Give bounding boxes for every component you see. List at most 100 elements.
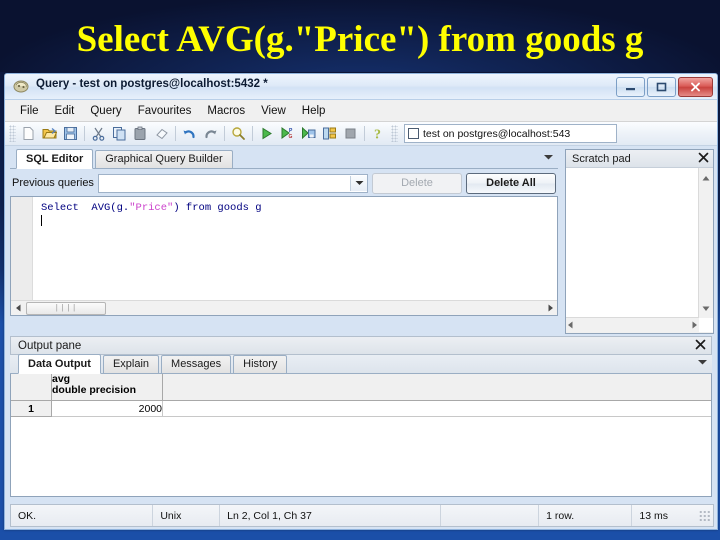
chevron-down-icon[interactable]	[697, 353, 708, 371]
connection-label: test on postgres@localhost:543	[423, 127, 571, 140]
toolbar-separator	[175, 126, 176, 141]
scroll-right-icon[interactable]	[543, 302, 557, 315]
maximize-button[interactable]	[647, 77, 676, 97]
text-caret	[41, 215, 42, 226]
table-header-row: avg double precision	[11, 374, 711, 401]
scroll-left-icon[interactable]	[11, 302, 25, 315]
status-message: OK.	[11, 505, 154, 526]
statusbar: OK. Unix Ln 2, Col 1, Ch 37 1 row. 13 ms	[10, 504, 714, 527]
grid-row-filler	[162, 400, 711, 417]
slide-title: Select AVG(g."Price") from goods g	[76, 19, 644, 60]
previous-queries-label: Previous queries	[12, 177, 94, 189]
tab-graphical-query-builder[interactable]: Graphical Query Builder	[95, 150, 233, 168]
menu-item-macros[interactable]: Macros	[199, 103, 253, 119]
save-file-icon[interactable]	[60, 124, 81, 144]
editor-hscroll-thumb[interactable]: ||||	[26, 301, 106, 315]
window-controls	[616, 77, 713, 97]
cut-icon[interactable]	[88, 124, 109, 144]
output-pane-header: Output pane	[10, 336, 712, 355]
execute-query-icon[interactable]	[256, 124, 277, 144]
tab-history[interactable]: History	[233, 355, 288, 373]
scroll-thumb-grip: ||||	[54, 303, 78, 313]
clear-icon[interactable]	[151, 124, 172, 144]
status-rowcount: 1 row.	[539, 505, 633, 526]
window-title: Query - test on postgres@localhost:5432 …	[36, 78, 268, 90]
open-file-icon[interactable]	[39, 124, 60, 144]
chevron-down-icon[interactable]	[543, 148, 554, 166]
help-icon[interactable]: ?	[368, 124, 389, 144]
column-type: double precision	[52, 384, 137, 396]
menu-item-help[interactable]: Help	[294, 103, 334, 119]
column-header-avg[interactable]: avg double precision	[51, 374, 163, 401]
grid-header-filler	[162, 374, 711, 401]
row-number[interactable]: 1	[11, 400, 52, 417]
close-icon[interactable]	[698, 150, 709, 168]
tab-sql-editor[interactable]: SQL Editor	[16, 149, 94, 169]
sql-editor-panel: SQL Editor Graphical Query Builder Previ…	[10, 149, 558, 332]
scratch-pad-hscrollbar[interactable]	[566, 317, 699, 332]
scratch-pad-textarea[interactable]	[566, 168, 713, 332]
connection-checkbox[interactable]	[408, 128, 419, 139]
postgres-query-icon	[13, 78, 30, 95]
sql-code-quoted: "Price"	[129, 202, 174, 214]
editor-hscrollbar[interactable]: ||||	[11, 300, 557, 315]
status-spacer	[441, 505, 540, 526]
close-button[interactable]	[678, 77, 713, 97]
toolbar-separator	[224, 126, 225, 141]
close-icon[interactable]	[695, 337, 706, 355]
previous-queries-row: Previous queries Delete Delete All	[10, 169, 558, 194]
menu-item-file[interactable]: File	[12, 103, 47, 119]
menubar: File Edit Query Favourites Macros View H…	[5, 100, 717, 122]
toolbar-grip-2[interactable]	[391, 125, 398, 142]
scroll-left-icon[interactable]	[567, 316, 574, 334]
window-body: SQL Editor Graphical Query Builder Previ…	[5, 146, 717, 529]
tab-data-output[interactable]: Data Output	[18, 354, 101, 374]
scroll-right-icon[interactable]	[691, 316, 698, 334]
undo-icon[interactable]	[179, 124, 200, 144]
find-icon[interactable]	[228, 124, 249, 144]
output-pane-title: Output pane	[18, 339, 82, 352]
toolbar-grip[interactable]	[9, 125, 16, 142]
status-line-ending: Unix	[153, 505, 221, 526]
menu-item-edit[interactable]: Edit	[47, 103, 83, 119]
sql-text-editor[interactable]: Select AVG(g."Price") from goods g ||||	[10, 196, 558, 316]
slide: Select AVG(g."Price") from goods g Query…	[0, 0, 720, 540]
minimize-button[interactable]	[616, 77, 645, 97]
copy-icon[interactable]	[109, 124, 130, 144]
output-tabstrip: Data Output Explain Messages History	[10, 353, 712, 374]
window-titlebar[interactable]: Query - test on postgres@localhost:5432 …	[5, 74, 717, 100]
redo-icon[interactable]	[200, 124, 221, 144]
query-window: Query - test on postgres@localhost:5432 …	[4, 73, 718, 530]
connection-selector[interactable]: test on postgres@localhost:543	[404, 124, 617, 143]
chevron-down-icon[interactable]	[350, 175, 367, 191]
scratch-pad-vscrollbar[interactable]	[698, 168, 713, 318]
grid-corner-cell[interactable]	[11, 374, 52, 401]
paste-icon[interactable]	[130, 124, 151, 144]
data-output-grid[interactable]: avg double precision 1 2000	[10, 374, 712, 497]
explain-query-icon[interactable]: P G	[277, 124, 298, 144]
toolbar: P G ? test on postgres@localhost:543	[5, 122, 717, 146]
scroll-up-icon[interactable]	[702, 169, 710, 187]
new-file-icon[interactable]	[18, 124, 39, 144]
query-plan-icon[interactable]	[319, 124, 340, 144]
tab-explain[interactable]: Explain	[102, 355, 160, 373]
cell-avg[interactable]: 2000	[51, 400, 163, 417]
result-table: avg double precision 1 2000	[11, 374, 711, 417]
resize-grip-icon[interactable]	[699, 509, 711, 522]
stop-icon[interactable]	[340, 124, 361, 144]
menu-item-favourites[interactable]: Favourites	[130, 103, 200, 119]
scroll-down-icon[interactable]	[702, 299, 710, 317]
table-row[interactable]: 1 2000	[11, 400, 711, 417]
execute-to-file-icon[interactable]	[298, 124, 319, 144]
status-duration: 13 ms	[639, 509, 669, 522]
delete-button[interactable]: Delete	[372, 172, 462, 194]
tab-messages[interactable]: Messages	[161, 355, 232, 373]
previous-queries-combo[interactable]	[97, 173, 368, 193]
status-caret-position: Ln 2, Col 1, Ch 37	[220, 505, 441, 526]
menu-item-view[interactable]: View	[253, 103, 294, 119]
editor-gutter	[11, 197, 33, 315]
sql-code-suffix: ) from goods g	[173, 202, 262, 214]
delete-all-button[interactable]: Delete All	[466, 172, 556, 194]
menu-item-query[interactable]: Query	[82, 103, 129, 119]
toolbar-separator	[252, 126, 253, 141]
